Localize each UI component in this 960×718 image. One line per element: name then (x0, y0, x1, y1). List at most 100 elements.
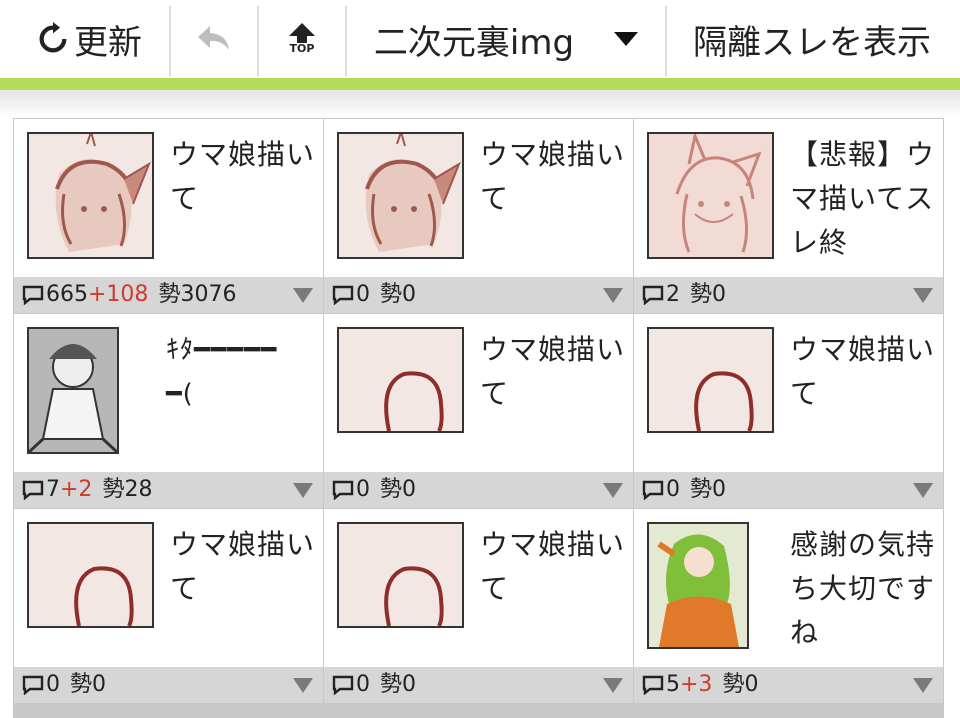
grayscale-character-icon[interactable] (27, 327, 119, 454)
thread-card[interactable]: ウマ娘描いて 665+108 勢3076 (14, 119, 323, 313)
pink-sketch-horse-girl-icon[interactable] (647, 132, 774, 259)
thread-card[interactable]: ウマ娘描いて 0 勢0 (14, 509, 323, 703)
reply-count-icon (22, 285, 44, 305)
thread-stats: 0 勢0 (634, 472, 943, 508)
thread-stats: 665+108 勢3076 (14, 277, 323, 313)
board-selector[interactable]: 二次元裏img (347, 0, 665, 78)
thread-stats: 0 勢0 (14, 667, 323, 703)
thread-title[interactable]: ウマ娘描いて (170, 133, 320, 221)
ikioi-value: 3076 (180, 282, 237, 307)
thread-menu-icon[interactable] (293, 288, 313, 303)
thread-title[interactable]: ウマ娘描いて (480, 523, 630, 611)
top-icon-text: TOP (289, 42, 315, 55)
ikioi-value: 0 (402, 672, 417, 697)
reply-count-icon (332, 285, 354, 305)
thread-menu-icon[interactable] (603, 678, 623, 693)
reply-count-icon (642, 675, 664, 695)
refresh-button[interactable]: 更新 (14, 0, 164, 78)
ikioi-label: 勢 (722, 672, 745, 697)
up-arrow-icon (289, 23, 315, 43)
reply-count: 0 (356, 477, 370, 502)
new-reply-count: +3 (680, 672, 713, 697)
ikioi-value: 0 (712, 477, 727, 502)
pink-sketch-horse-girl-icon[interactable] (27, 132, 154, 259)
ikioi-value: 0 (402, 282, 417, 307)
thread-menu-icon[interactable] (913, 288, 933, 303)
thread-card[interactable]: ｷﾀ━━━━━━( 7+2 勢28 (14, 314, 323, 508)
reply-count: 0 (666, 477, 680, 502)
thread-menu-icon[interactable] (293, 483, 313, 498)
thread-stats: 2 勢0 (634, 277, 943, 313)
thread-stats: 0 勢0 (324, 277, 633, 313)
thread-card[interactable]: ウマ娘描いて 0 勢0 (634, 314, 943, 508)
ikioi-label: 勢 (380, 282, 403, 307)
thread-card[interactable]: ウマ娘描いて 0 勢0 (324, 314, 633, 508)
reply-count: 7 (46, 477, 60, 502)
ikioi-value: 0 (402, 477, 417, 502)
reply-count-icon (22, 480, 44, 500)
new-reply-count: +108 (88, 282, 149, 307)
hidden-threads-label: 隔離スレを表示 (693, 22, 931, 63)
thread-title[interactable]: ウマ娘描いて (480, 328, 630, 416)
ikioi-label: 勢 (690, 477, 713, 502)
refresh-icon (39, 22, 67, 53)
ikioi-label: 勢 (690, 282, 713, 307)
reply-count-icon (22, 675, 44, 695)
board-name: 二次元裏img (373, 22, 575, 63)
thread-menu-icon[interactable] (913, 483, 933, 498)
reply-count-icon (332, 675, 354, 695)
reply-count-icon (642, 285, 664, 305)
ikioi-value: 0 (712, 282, 727, 307)
reply-count-icon (642, 480, 664, 500)
reply-count: 0 (46, 672, 60, 697)
thread-menu-icon[interactable] (293, 678, 313, 693)
reply-count: 0 (356, 282, 370, 307)
pink-outline-sketch-icon[interactable] (647, 327, 774, 433)
ikioi-label: 勢 (102, 477, 125, 502)
thread-title[interactable]: 感謝の気持ち大切ですね (790, 523, 940, 655)
reply-count: 5 (666, 672, 680, 697)
thread-title[interactable]: ウマ娘描いて (790, 328, 940, 416)
reply-count: 0 (356, 672, 370, 697)
thread-card[interactable]: ウマ娘描いて 0 勢0 (324, 509, 633, 703)
thread-menu-icon[interactable] (913, 678, 933, 693)
ikioi-label: 勢 (380, 672, 403, 697)
reply-count: 665 (46, 282, 88, 307)
pink-sketch-horse-girl-icon[interactable] (337, 132, 464, 259)
pink-outline-sketch-icon[interactable] (27, 522, 154, 628)
thread-title[interactable]: ウマ娘描いて (480, 133, 630, 221)
ikioi-value: 0 (92, 672, 107, 697)
green-hair-girl-orange-sweater-icon[interactable] (647, 522, 749, 649)
thread-menu-icon[interactable] (603, 483, 623, 498)
thread-stats: 7+2 勢28 (14, 472, 323, 508)
top-toolbar: 更新 TOP 二次元裏img 隔離スレを表示 (0, 0, 960, 78)
refresh-label: 更新 (74, 22, 142, 63)
thread-stats: 0 勢0 (324, 472, 633, 508)
reply-count: 2 (666, 282, 680, 307)
thread-title[interactable]: ｷﾀ━━━━━━( (166, 328, 286, 416)
ikioi-value: 0 (744, 672, 759, 697)
thread-card[interactable]: 感謝の気持ち大切ですね 5+3 勢0 (634, 509, 943, 703)
thread-title[interactable]: 【悲報】ウマ描いてスレ終 (790, 133, 940, 265)
thread-catalog-grid: ウマ娘描いて 665+108 勢3076 ウマ娘描いて 0 勢0 【悲報】ウマ描… (13, 118, 944, 718)
back-button[interactable] (171, 0, 257, 78)
new-reply-count: +2 (60, 477, 93, 502)
scroll-top-button[interactable]: TOP (259, 0, 345, 78)
dropdown-caret-icon (614, 32, 639, 46)
toolbar-shadow (0, 90, 960, 118)
thread-stats: 5+3 勢0 (634, 667, 943, 703)
thread-title[interactable]: ウマ娘描いて (170, 523, 320, 611)
pink-outline-sketch-icon[interactable] (337, 522, 464, 628)
thread-card[interactable]: ウマ娘描いて 0 勢0 (324, 119, 633, 313)
ikioi-label: 勢 (70, 672, 93, 697)
back-arrow-icon (198, 26, 229, 50)
ikioi-label: 勢 (380, 477, 403, 502)
thread-menu-icon[interactable] (603, 288, 623, 303)
show-hidden-threads-button[interactable]: 隔離スレを表示 (667, 0, 960, 78)
pink-outline-sketch-icon[interactable] (337, 327, 464, 433)
accent-bar (0, 78, 960, 90)
reply-count-icon (332, 480, 354, 500)
thread-card[interactable]: 【悲報】ウマ描いてスレ終 2 勢0 (634, 119, 943, 313)
thread-stats: 0 勢0 (324, 667, 633, 703)
ikioi-label: 勢 (158, 282, 181, 307)
